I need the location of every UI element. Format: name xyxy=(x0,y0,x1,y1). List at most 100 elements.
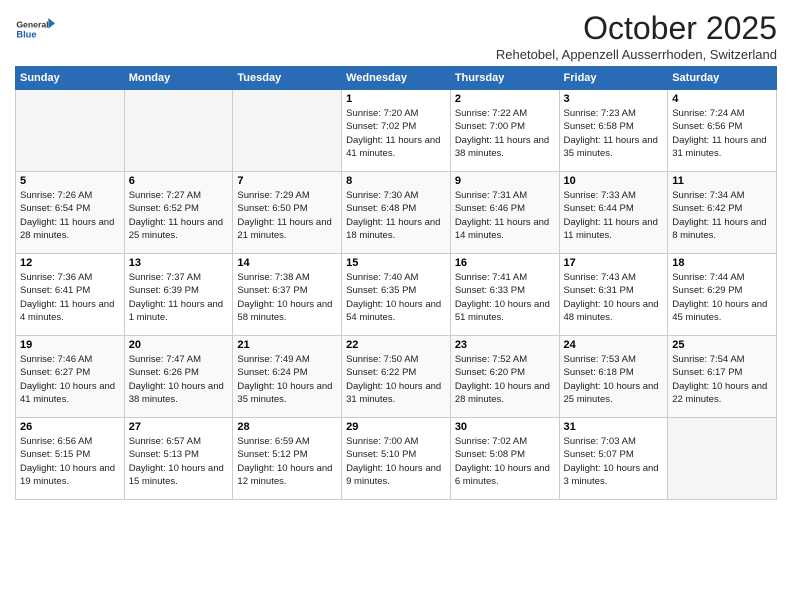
day-number: 8 xyxy=(346,175,446,187)
day-number: 25 xyxy=(672,339,772,351)
day-info: Sunrise: 6:56 AMSunset: 5:15 PMDaylight:… xyxy=(20,435,120,488)
logo: General Blue xyxy=(15,10,55,50)
day-info: Sunrise: 7:44 AMSunset: 6:29 PMDaylight:… xyxy=(672,271,772,324)
day-number: 30 xyxy=(455,421,555,433)
day-info: Sunrise: 7:54 AMSunset: 6:17 PMDaylight:… xyxy=(672,353,772,406)
day-number: 12 xyxy=(20,257,120,269)
col-saturday: Saturday xyxy=(668,67,777,90)
day-number: 17 xyxy=(564,257,664,269)
day-number: 24 xyxy=(564,339,664,351)
day-number: 26 xyxy=(20,421,120,433)
day-number: 20 xyxy=(129,339,229,351)
day-number: 5 xyxy=(20,175,120,187)
calendar-header-row: Sunday Monday Tuesday Wednesday Thursday… xyxy=(16,67,777,90)
day-info: Sunrise: 7:41 AMSunset: 6:33 PMDaylight:… xyxy=(455,271,555,324)
table-row xyxy=(668,418,777,500)
table-row: 28 Sunrise: 6:59 AMSunset: 5:12 PMDaylig… xyxy=(233,418,342,500)
day-info: Sunrise: 7:27 AMSunset: 6:52 PMDaylight:… xyxy=(129,189,229,242)
table-row: 18 Sunrise: 7:44 AMSunset: 6:29 PMDaylig… xyxy=(668,254,777,336)
day-number: 2 xyxy=(455,93,555,105)
title-block: October 2025 Rehetobel, Appenzell Ausser… xyxy=(496,10,777,62)
table-row: 3 Sunrise: 7:23 AMSunset: 6:58 PMDayligh… xyxy=(559,90,668,172)
day-info: Sunrise: 7:40 AMSunset: 6:35 PMDaylight:… xyxy=(346,271,446,324)
table-row: 2 Sunrise: 7:22 AMSunset: 7:00 PMDayligh… xyxy=(450,90,559,172)
table-row: 14 Sunrise: 7:38 AMSunset: 6:37 PMDaylig… xyxy=(233,254,342,336)
table-row xyxy=(16,90,125,172)
day-info: Sunrise: 7:26 AMSunset: 6:54 PMDaylight:… xyxy=(20,189,120,242)
table-row: 6 Sunrise: 7:27 AMSunset: 6:52 PMDayligh… xyxy=(124,172,233,254)
calendar-week-5: 26 Sunrise: 6:56 AMSunset: 5:15 PMDaylig… xyxy=(16,418,777,500)
day-info: Sunrise: 7:50 AMSunset: 6:22 PMDaylight:… xyxy=(346,353,446,406)
calendar-week-2: 5 Sunrise: 7:26 AMSunset: 6:54 PMDayligh… xyxy=(16,172,777,254)
table-row: 8 Sunrise: 7:30 AMSunset: 6:48 PMDayligh… xyxy=(342,172,451,254)
col-monday: Monday xyxy=(124,67,233,90)
day-info: Sunrise: 7:53 AMSunset: 6:18 PMDaylight:… xyxy=(564,353,664,406)
table-row: 26 Sunrise: 6:56 AMSunset: 5:15 PMDaylig… xyxy=(16,418,125,500)
day-number: 23 xyxy=(455,339,555,351)
col-sunday: Sunday xyxy=(16,67,125,90)
svg-text:Blue: Blue xyxy=(16,29,36,39)
table-row: 13 Sunrise: 7:37 AMSunset: 6:39 PMDaylig… xyxy=(124,254,233,336)
day-info: Sunrise: 7:20 AMSunset: 7:02 PMDaylight:… xyxy=(346,107,446,160)
day-number: 27 xyxy=(129,421,229,433)
day-info: Sunrise: 6:59 AMSunset: 5:12 PMDaylight:… xyxy=(237,435,337,488)
day-number: 19 xyxy=(20,339,120,351)
day-number: 31 xyxy=(564,421,664,433)
day-number: 15 xyxy=(346,257,446,269)
table-row xyxy=(233,90,342,172)
table-row: 20 Sunrise: 7:47 AMSunset: 6:26 PMDaylig… xyxy=(124,336,233,418)
subtitle: Rehetobel, Appenzell Ausserrhoden, Switz… xyxy=(496,47,777,62)
table-row: 22 Sunrise: 7:50 AMSunset: 6:22 PMDaylig… xyxy=(342,336,451,418)
day-number: 9 xyxy=(455,175,555,187)
col-wednesday: Wednesday xyxy=(342,67,451,90)
table-row: 23 Sunrise: 7:52 AMSunset: 6:20 PMDaylig… xyxy=(450,336,559,418)
table-row: 12 Sunrise: 7:36 AMSunset: 6:41 PMDaylig… xyxy=(16,254,125,336)
col-thursday: Thursday xyxy=(450,67,559,90)
day-number: 6 xyxy=(129,175,229,187)
day-number: 18 xyxy=(672,257,772,269)
table-row: 21 Sunrise: 7:49 AMSunset: 6:24 PMDaylig… xyxy=(233,336,342,418)
day-info: Sunrise: 7:34 AMSunset: 6:42 PMDaylight:… xyxy=(672,189,772,242)
day-number: 14 xyxy=(237,257,337,269)
table-row: 11 Sunrise: 7:34 AMSunset: 6:42 PMDaylig… xyxy=(668,172,777,254)
col-tuesday: Tuesday xyxy=(233,67,342,90)
day-number: 3 xyxy=(564,93,664,105)
day-info: Sunrise: 7:30 AMSunset: 6:48 PMDaylight:… xyxy=(346,189,446,242)
table-row: 16 Sunrise: 7:41 AMSunset: 6:33 PMDaylig… xyxy=(450,254,559,336)
day-info: Sunrise: 7:52 AMSunset: 6:20 PMDaylight:… xyxy=(455,353,555,406)
calendar-week-1: 1 Sunrise: 7:20 AMSunset: 7:02 PMDayligh… xyxy=(16,90,777,172)
day-info: Sunrise: 7:29 AMSunset: 6:50 PMDaylight:… xyxy=(237,189,337,242)
day-info: Sunrise: 7:00 AMSunset: 5:10 PMDaylight:… xyxy=(346,435,446,488)
day-info: Sunrise: 7:37 AMSunset: 6:39 PMDaylight:… xyxy=(129,271,229,324)
table-row: 15 Sunrise: 7:40 AMSunset: 6:35 PMDaylig… xyxy=(342,254,451,336)
table-row xyxy=(124,90,233,172)
table-row: 25 Sunrise: 7:54 AMSunset: 6:17 PMDaylig… xyxy=(668,336,777,418)
day-info: Sunrise: 7:49 AMSunset: 6:24 PMDaylight:… xyxy=(237,353,337,406)
calendar-week-4: 19 Sunrise: 7:46 AMSunset: 6:27 PMDaylig… xyxy=(16,336,777,418)
day-info: Sunrise: 7:43 AMSunset: 6:31 PMDaylight:… xyxy=(564,271,664,324)
table-row: 30 Sunrise: 7:02 AMSunset: 5:08 PMDaylig… xyxy=(450,418,559,500)
table-row: 5 Sunrise: 7:26 AMSunset: 6:54 PMDayligh… xyxy=(16,172,125,254)
table-row: 9 Sunrise: 7:31 AMSunset: 6:46 PMDayligh… xyxy=(450,172,559,254)
table-row: 29 Sunrise: 7:00 AMSunset: 5:10 PMDaylig… xyxy=(342,418,451,500)
day-info: Sunrise: 7:46 AMSunset: 6:27 PMDaylight:… xyxy=(20,353,120,406)
day-number: 10 xyxy=(564,175,664,187)
day-info: Sunrise: 7:24 AMSunset: 6:56 PMDaylight:… xyxy=(672,107,772,160)
table-row: 4 Sunrise: 7:24 AMSunset: 6:56 PMDayligh… xyxy=(668,90,777,172)
day-number: 21 xyxy=(237,339,337,351)
table-row: 19 Sunrise: 7:46 AMSunset: 6:27 PMDaylig… xyxy=(16,336,125,418)
day-number: 28 xyxy=(237,421,337,433)
col-friday: Friday xyxy=(559,67,668,90)
logo-svg: General Blue xyxy=(15,10,55,50)
day-number: 11 xyxy=(672,175,772,187)
day-number: 1 xyxy=(346,93,446,105)
day-info: Sunrise: 7:22 AMSunset: 7:00 PMDaylight:… xyxy=(455,107,555,160)
day-number: 29 xyxy=(346,421,446,433)
day-info: Sunrise: 7:33 AMSunset: 6:44 PMDaylight:… xyxy=(564,189,664,242)
day-info: Sunrise: 6:57 AMSunset: 5:13 PMDaylight:… xyxy=(129,435,229,488)
day-info: Sunrise: 7:03 AMSunset: 5:07 PMDaylight:… xyxy=(564,435,664,488)
day-number: 7 xyxy=(237,175,337,187)
day-info: Sunrise: 7:38 AMSunset: 6:37 PMDaylight:… xyxy=(237,271,337,324)
day-info: Sunrise: 7:23 AMSunset: 6:58 PMDaylight:… xyxy=(564,107,664,160)
day-number: 4 xyxy=(672,93,772,105)
